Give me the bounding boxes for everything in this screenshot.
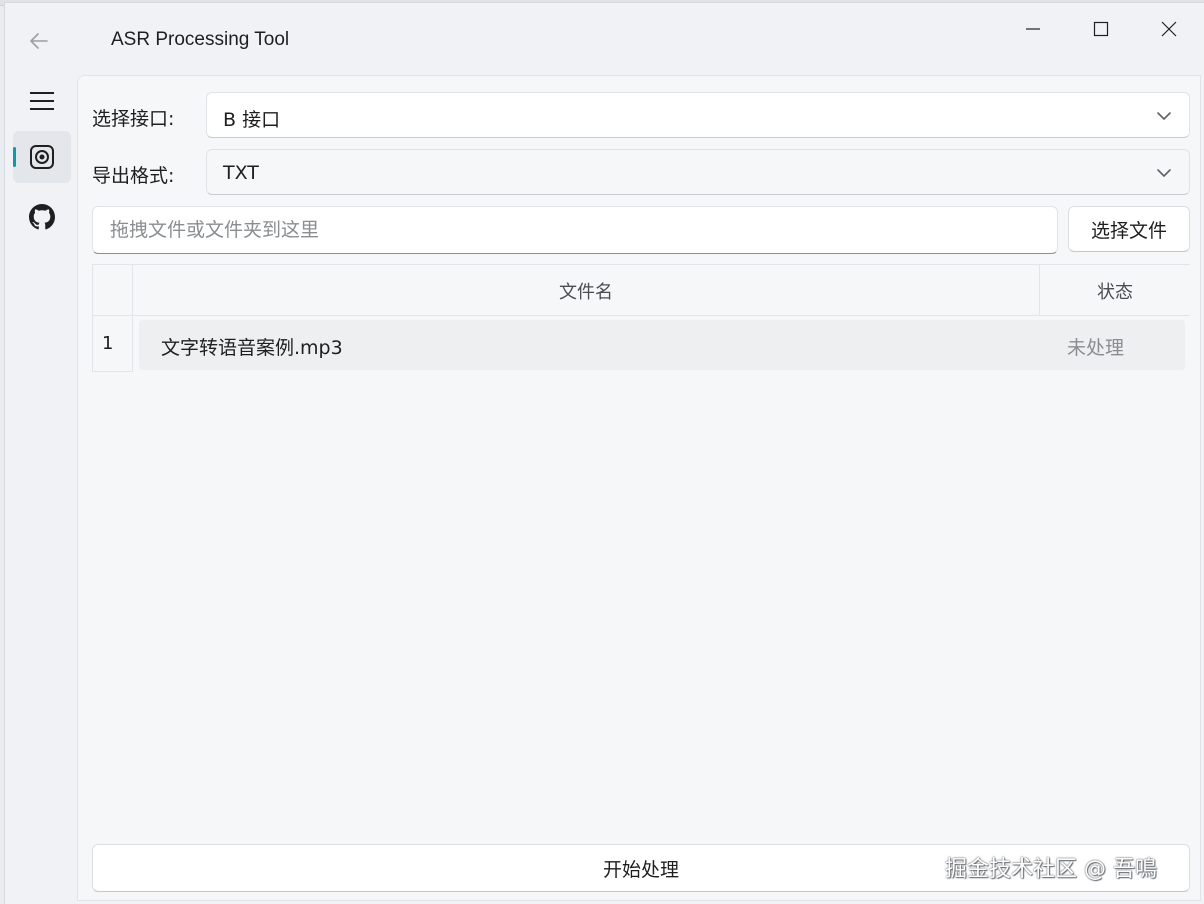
close-button[interactable]	[1141, 9, 1197, 49]
start-processing-button[interactable]: 开始处理	[92, 844, 1190, 892]
minimize-button[interactable]	[1005, 9, 1061, 49]
format-select[interactable]: TXT	[206, 149, 1190, 195]
interface-select[interactable]: B 接口	[206, 92, 1190, 138]
format-label: 导出格式:	[92, 165, 175, 187]
cell-status: 未处理	[1067, 337, 1125, 359]
table-row[interactable]: 1 文字转语音案例.mp3 未处理	[92, 316, 1190, 372]
column-header-status[interactable]: 状态	[1040, 265, 1190, 316]
github-icon	[29, 204, 55, 230]
file-drop-input[interactable]	[92, 206, 1058, 254]
format-select-value: TXT	[223, 162, 259, 184]
row-cells[interactable]: 文字转语音案例.mp3 未处理	[139, 320, 1185, 370]
chevron-down-icon	[1157, 169, 1171, 177]
main-panel: 选择接口: B 接口 导出格式: TXT 选择文件 文件名	[77, 75, 1201, 901]
close-icon	[1161, 21, 1177, 37]
choose-file-button[interactable]: 选择文件	[1068, 206, 1190, 252]
file-table: 文件名 状态 1 文字转语音案例.mp3 未处理	[92, 264, 1190, 824]
table-header: 文件名 状态	[92, 264, 1190, 316]
minimize-icon	[1026, 28, 1040, 30]
back-button[interactable]	[23, 25, 55, 57]
sidebar-item-github[interactable]	[13, 191, 71, 243]
navigation-sidebar	[5, 75, 77, 903]
maximize-icon	[1093, 21, 1109, 37]
table-corner	[92, 265, 133, 316]
interface-select-value: B 接口	[223, 109, 281, 131]
interface-row: 选择接口: B 接口	[92, 92, 1190, 138]
row-index: 1	[92, 316, 133, 372]
cell-filename: 文字转语音案例.mp3	[161, 337, 343, 359]
title-bar: ASR Processing Tool	[5, 3, 1204, 75]
sidebar-item-asr[interactable]	[13, 131, 71, 183]
menu-button[interactable]	[13, 75, 71, 127]
window-title: ASR Processing Tool	[111, 29, 290, 50]
arrow-left-icon	[30, 33, 48, 49]
format-row: 导出格式: TXT	[92, 149, 1190, 195]
record-icon	[30, 145, 54, 169]
hamburger-menu-icon	[30, 92, 54, 110]
maximize-button[interactable]	[1073, 9, 1129, 49]
column-header-filename[interactable]: 文件名	[133, 265, 1040, 316]
active-indicator	[13, 147, 16, 167]
interface-label: 选择接口:	[92, 108, 175, 130]
app-window: ASR Processing Tool 选择接口: B 接口 导出格式: TXT…	[4, 2, 1204, 904]
chevron-down-icon	[1157, 112, 1171, 120]
